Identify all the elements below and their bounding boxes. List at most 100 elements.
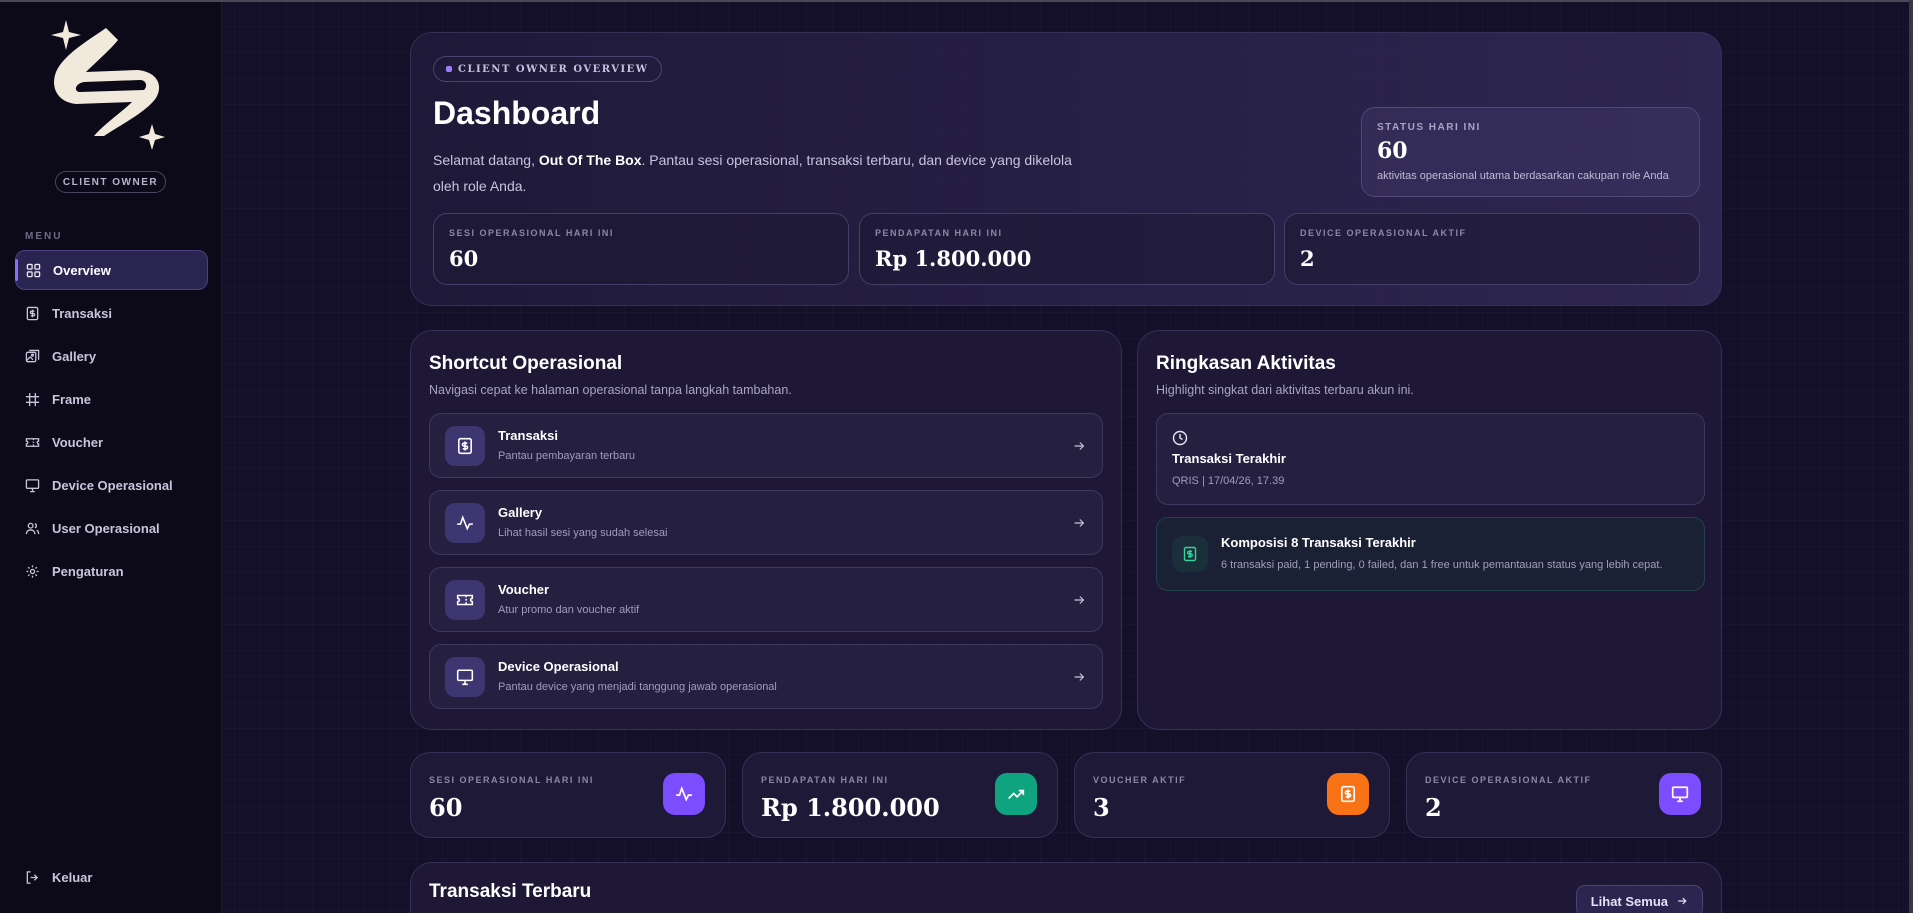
shortcut-title: Shortcut Operasional	[429, 353, 623, 374]
role-badge: CLIENT OWNER	[55, 171, 166, 193]
hero-stat-devices: DEVICE OPERASIONAL AKTIF 2	[1284, 213, 1700, 285]
sidebar-item-gallery[interactable]: Gallery	[15, 336, 208, 376]
dollar-receipt-icon	[26, 306, 39, 320]
composition-desc: 6 transaksi paid, 1 pending, 0 failed, d…	[1221, 559, 1663, 571]
sidebar-item-overview[interactable]: Overview	[15, 250, 208, 290]
shortcut-item-device-operasional[interactable]: Device Operasional Pantau device yang me…	[429, 644, 1103, 709]
sidebar-item-label: Frame	[52, 391, 92, 407]
shortcut-item-title: Voucher	[498, 582, 550, 597]
shortcut-item-title: Transaksi	[498, 428, 558, 443]
shortcut-item-title: Gallery	[498, 505, 543, 520]
hero-stat-revenue: PENDAPATAN HARI INI Rp 1.800.000	[859, 213, 1275, 285]
transaction-composition-item: Komposisi 8 Transaksi Terakhir 6 transak…	[1156, 517, 1705, 591]
kpi-revenue-card: PENDAPATAN HARI INI Rp 1.800.000	[742, 752, 1058, 838]
sidebar-item-label: Pengaturan	[52, 563, 124, 579]
monitor-icon	[25, 478, 40, 492]
arrow-right-icon	[1074, 673, 1085, 681]
users-icon	[25, 522, 40, 534]
page-title: Dashboard	[433, 95, 601, 131]
image-gallery-icon	[25, 349, 40, 362]
dashboard-hero-card: CLIENT OWNER OVERVIEW Dashboard Selamat …	[410, 32, 1722, 306]
kpi-label: SESI OPERASIONAL HARI INI	[429, 775, 594, 785]
status-label: STATUS HARI INI	[1377, 122, 1481, 133]
last-transaction-item: Transaksi Terakhir QRIS | 17/04/26, 17.3…	[1156, 413, 1705, 505]
hero-stat-sessions: SESI OPERASIONAL HARI INI 60	[433, 213, 849, 285]
trending-up-icon	[1008, 789, 1025, 800]
sidebar-item-voucher[interactable]: Voucher	[15, 422, 208, 462]
shortcut-item-voucher[interactable]: Voucher Atur promo dan voucher aktif	[429, 567, 1103, 632]
window-top-border	[0, 0, 1913, 2]
shortcut-icon-box	[445, 426, 485, 466]
shortcut-icon-box	[445, 503, 485, 543]
sidebar-item-label: User Operasional	[52, 520, 160, 536]
kpi-value: 2	[1425, 793, 1442, 822]
shortcut-item-desc: Atur promo dan voucher aktif	[498, 604, 640, 616]
welcome-prefix: Selamat datang,	[433, 152, 539, 168]
summary-subtitle: Highlight singkat dari aktivitas terbaru…	[1156, 383, 1414, 397]
activity-icon	[457, 515, 473, 531]
last-transaction-desc: QRIS | 17/04/26, 17.39	[1172, 475, 1285, 487]
composition-title: Komposisi 8 Transaksi Terakhir	[1221, 535, 1416, 550]
shortcut-card: Shortcut Operasional Navigasi cepat ke h…	[410, 330, 1122, 730]
arrow-right-icon	[1074, 596, 1085, 604]
last-transaction-title: Transaksi Terakhir	[1172, 451, 1286, 466]
shortcut-item-desc: Lihat hasil sesi yang sudah selesai	[498, 527, 668, 539]
sidebar-item-label: Device Operasional	[52, 477, 173, 493]
shortcut-item-gallery[interactable]: Gallery Lihat hasil sesi yang sudah sele…	[429, 490, 1103, 555]
stat-value: Rp 1.800.000	[875, 246, 1032, 271]
arrow-right-icon	[1678, 897, 1687, 905]
monitor-icon	[456, 669, 474, 686]
recent-transactions-card: Transaksi Terbaru Lihat Semua	[410, 862, 1722, 913]
see-all-button[interactable]: Lihat Semua	[1575, 885, 1703, 913]
kpi-icon-box	[995, 773, 1037, 815]
status-value: 60	[1377, 138, 1408, 164]
logout-icon	[26, 871, 39, 884]
shortcut-item-desc: Pantau pembayaran terbaru	[498, 450, 635, 462]
shortcut-item-title: Device Operasional	[498, 659, 619, 674]
kpi-label: VOUCHER AKTIF	[1093, 775, 1187, 785]
shortcut-item-transaksi[interactable]: Transaksi Pantau pembayaran terbaru	[429, 413, 1103, 478]
shortcut-item-desc: Pantau device yang menjadi tanggung jawa…	[498, 681, 777, 693]
sidebar-item-label: Overview	[53, 262, 111, 278]
stat-value: 60	[449, 246, 479, 271]
sidebar-item-pengaturan[interactable]: Pengaturan	[15, 551, 208, 591]
shortcut-subtitle: Navigasi cepat ke halaman operasional ta…	[429, 383, 792, 397]
sidebar-nav: Overview Transaksi Gallery Frame Voucher…	[15, 250, 208, 594]
dollar-receipt-icon	[1183, 546, 1197, 562]
clock-icon	[1172, 430, 1188, 446]
see-all-label: Lihat Semua	[1590, 893, 1668, 909]
overview-badge: CLIENT OWNER OVERVIEW	[433, 56, 662, 82]
kpi-icon-box	[1659, 773, 1701, 815]
menu-section-label: MENU	[25, 231, 63, 242]
stat-label: PENDAPATAN HARI INI	[875, 228, 1003, 238]
frame-icon	[25, 392, 40, 406]
status-today-box: STATUS HARI INI 60 aktivitas operasional…	[1361, 107, 1700, 197]
app-frame: CLIENT OWNER MENU Overview Transaksi Gal…	[0, 0, 1913, 913]
grid-icon	[26, 263, 41, 277]
gear-icon	[26, 564, 39, 578]
stat-label: DEVICE OPERASIONAL AKTIF	[1300, 228, 1467, 238]
logout-label: Keluar	[52, 870, 93, 885]
kpi-value: Rp 1.800.000	[761, 793, 940, 822]
ticket-icon	[25, 437, 40, 447]
kpi-devices-card: DEVICE OPERASIONAL AKTIF 2	[1406, 752, 1722, 838]
composition-icon-box	[1172, 536, 1208, 572]
dollar-receipt-icon	[458, 437, 472, 455]
sidebar-item-label: Transaksi	[52, 305, 112, 321]
sidebar-item-device-operasional[interactable]: Device Operasional	[15, 465, 208, 505]
kpi-icon-box	[1327, 773, 1369, 815]
account-name: Out Of The Box	[538, 152, 642, 168]
window-scrollbar[interactable]	[1909, 0, 1913, 913]
monitor-icon	[1671, 786, 1689, 803]
ticket-icon	[456, 594, 474, 606]
sidebar-item-transaksi[interactable]: Transaksi	[15, 293, 208, 333]
logout-button[interactable]: Keluar	[25, 870, 92, 885]
kpi-value: 60	[429, 793, 463, 822]
sidebar-item-frame[interactable]: Frame	[15, 379, 208, 419]
arrow-right-icon	[1074, 442, 1085, 450]
status-desc: aktivitas operasional utama berdasarkan …	[1377, 170, 1669, 182]
sidebar-item-user-operasional[interactable]: User Operasional	[15, 508, 208, 548]
sidebar: CLIENT OWNER MENU Overview Transaksi Gal…	[0, 2, 222, 913]
kpi-voucher-card: VOUCHER AKTIF 3	[1074, 752, 1390, 838]
stat-value: 2	[1300, 246, 1315, 271]
